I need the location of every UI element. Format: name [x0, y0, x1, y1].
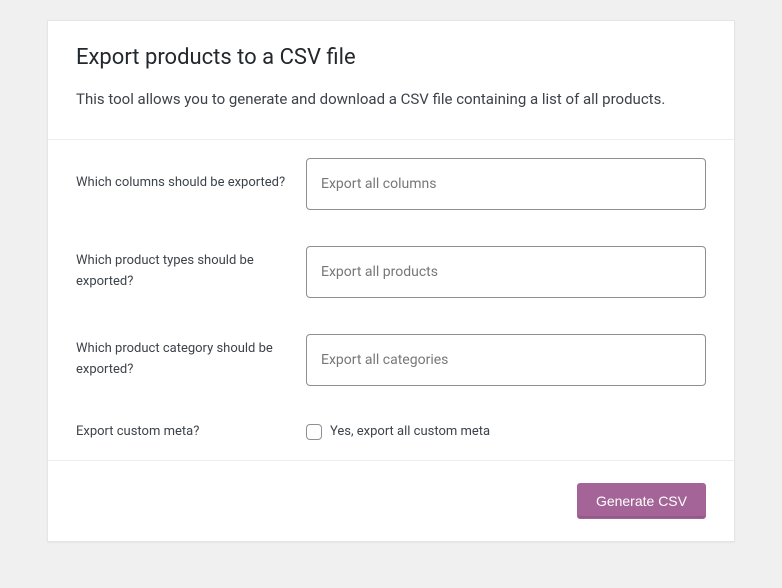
row-columns: Which columns should be exported? Export… — [48, 140, 734, 228]
columns-select[interactable]: Export all columns — [306, 158, 706, 210]
columns-select-placeholder: Export all columns — [321, 176, 436, 192]
row-product-types: Which product types should be exported? … — [48, 228, 734, 316]
custom-meta-checkbox[interactable] — [306, 424, 322, 440]
card-footer: Generate CSV — [48, 460, 734, 541]
row-product-category: Which product category should be exporte… — [48, 316, 734, 404]
page-subtitle: This tool allows you to generate and dow… — [76, 88, 706, 111]
export-card: Export products to a CSV file This tool … — [47, 20, 735, 542]
row-custom-meta: Export custom meta? Yes, export all cust… — [48, 404, 734, 461]
card-header: Export products to a CSV file This tool … — [48, 21, 734, 140]
product-types-select[interactable]: Export all products — [306, 246, 706, 298]
control-wrap-product-category: Export all categories — [306, 334, 706, 386]
page-title: Export products to a CSV file — [76, 45, 706, 70]
custom-meta-checkbox-label[interactable]: Yes, export all custom meta — [330, 424, 490, 439]
control-wrap-columns: Export all columns — [306, 158, 706, 210]
label-product-category: Which product category should be exporte… — [76, 339, 306, 381]
control-wrap-custom-meta: Yes, export all custom meta — [306, 424, 706, 440]
label-product-types: Which product types should be exported? — [76, 251, 306, 293]
generate-csv-button[interactable]: Generate CSV — [577, 483, 706, 519]
label-custom-meta: Export custom meta? — [76, 422, 306, 443]
card-body: Which columns should be exported? Export… — [48, 140, 734, 461]
control-wrap-product-types: Export all products — [306, 246, 706, 298]
product-types-select-placeholder: Export all products — [321, 264, 438, 280]
product-category-select[interactable]: Export all categories — [306, 334, 706, 386]
product-category-select-placeholder: Export all categories — [321, 352, 448, 368]
custom-meta-checkbox-wrap: Yes, export all custom meta — [306, 424, 706, 440]
label-columns: Which columns should be exported? — [76, 173, 306, 194]
